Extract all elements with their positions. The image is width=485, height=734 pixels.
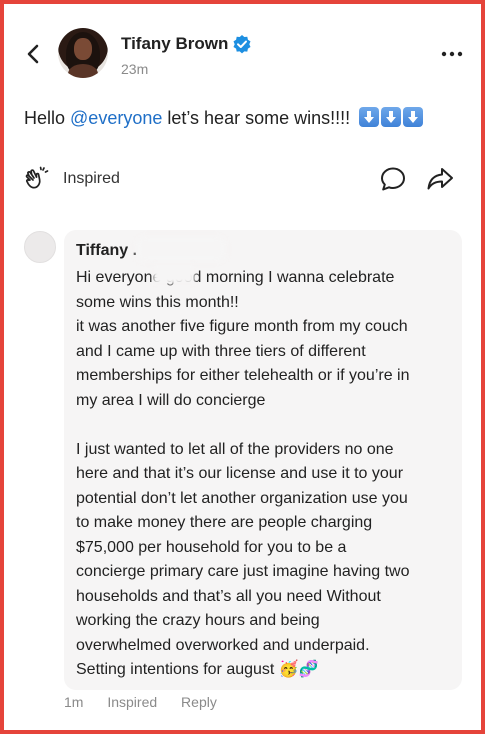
comment-meta: 1m Inspired Reply bbox=[64, 694, 237, 710]
author-avatar[interactable] bbox=[58, 28, 108, 78]
post-header: Tifany Brown 23m bbox=[0, 0, 485, 100]
commenter-name[interactable]: Tiffany . bbox=[76, 242, 137, 260]
comment-inspired-button[interactable]: Inspired bbox=[107, 694, 157, 710]
comment-bubble: Tiffany . Hi everyone good morning I wan… bbox=[64, 230, 462, 690]
author-name[interactable]: Tifany Brown bbox=[121, 34, 228, 54]
comment-bubble-icon[interactable] bbox=[380, 166, 406, 192]
more-horizontal-icon[interactable] bbox=[441, 44, 463, 64]
chevron-left-icon[interactable] bbox=[24, 42, 44, 66]
verified-badge-icon bbox=[233, 35, 251, 54]
down-arrow-emoji-icon bbox=[359, 107, 380, 127]
reaction-label[interactable]: Inspired bbox=[63, 170, 120, 188]
comment-text: Hi everyone good morning I wanna celebra… bbox=[76, 269, 410, 678]
down-arrow-emoji-icon bbox=[381, 107, 402, 127]
down-arrow-emojis bbox=[359, 107, 424, 127]
mention-link[interactable]: @everyone bbox=[70, 108, 162, 128]
post-text: Hello @everyone let’s hear some wins!!!! bbox=[24, 107, 424, 129]
comment-reply-button[interactable]: Reply bbox=[181, 694, 217, 710]
comment-timestamp: 1m bbox=[64, 694, 84, 710]
post-text-suffix: let’s hear some wins!!!! bbox=[162, 108, 351, 128]
post-text-prefix: Hello bbox=[24, 108, 71, 128]
post-actions: Inspired bbox=[24, 164, 464, 194]
post-timestamp: 23m bbox=[121, 61, 149, 77]
commenter-avatar[interactable] bbox=[24, 231, 56, 263]
down-arrow-emoji-icon bbox=[403, 107, 424, 127]
share-arrow-icon[interactable] bbox=[426, 166, 454, 192]
redaction-blur bbox=[136, 236, 226, 262]
clapping-hands-icon[interactable] bbox=[24, 166, 50, 192]
redaction-blur bbox=[153, 264, 195, 284]
